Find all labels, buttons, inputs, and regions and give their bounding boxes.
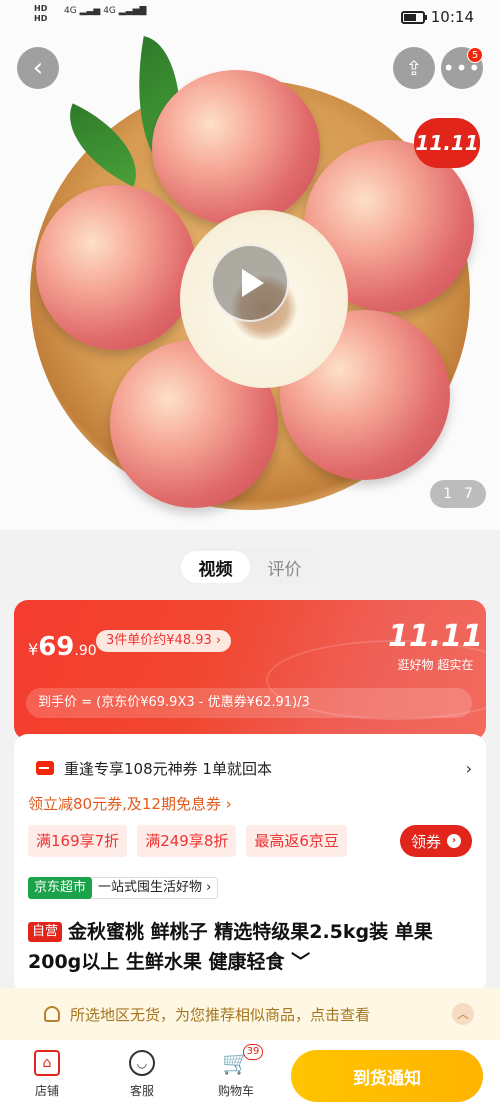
clock: 10:14 [430,8,474,26]
bottom-action-bar: ⌂ 店铺 ◡ 客服 🛒 39 购物车 到货通知 [0,1040,500,1111]
out-of-stock-notice[interactable]: 所选地区无货，为您推荐相似商品，点击查看 ︿ [0,988,500,1040]
media-tabs: 视频 评价 [178,548,322,586]
tab-reviews[interactable]: 评价 [250,551,319,583]
bell-icon [44,1006,60,1022]
tab-video[interactable]: 视频 [181,551,250,583]
promo-line[interactable]: 领立减80元券,及12期免息券 › [28,793,232,814]
jd-supermarket-row[interactable]: 京东超市 一站式囤生活好物 › [28,876,219,900]
self-operated-tag: 自营 [28,922,63,942]
hd-indicator: HD HD [34,4,48,23]
chevron-left-icon: ‹ [32,53,44,83]
discount-chips: 满169享7折 满249享8折 最高返6京豆 [28,825,347,857]
gallery-pager: 1 7 [430,480,486,508]
battery-icon [400,10,427,24]
double-eleven-badge: 11.11 [414,118,480,168]
supermarket-desc: 一站式囤生活好物 › [92,877,219,899]
discount-chip[interactable]: 最高返6京豆 [246,825,347,857]
chevron-right-icon: › [465,758,472,778]
share-button[interactable]: ⇪ [393,47,435,89]
play-video-button[interactable] [211,244,289,322]
cart-icon: 🛒 39 [222,1044,263,1076]
unit-price-tag[interactable]: 3件单价约¥48.93 › [96,630,232,652]
message-count-badge: 5 [467,47,483,63]
price: ¥69.90 [28,632,97,662]
event-logo: 11.11 逛好物 超实在 [388,619,483,673]
final-price-calculation[interactable]: 到手价 = (京东价¥69.9X3 - 优惠券¥62.91)/3 [26,688,472,718]
store-icon: ⌂ [34,1050,60,1076]
cart-button[interactable]: 🛒 39 购物车 [206,1044,266,1099]
get-coupon-button[interactable]: 领券 › [400,825,472,857]
supermarket-tag: 京东超市 [28,877,93,899]
peach-image [36,185,196,350]
share-icon: ⇪ [405,56,423,80]
notify-on-arrival-button[interactable]: 到货通知 [291,1050,483,1102]
arrow-circle-icon: › [447,834,461,848]
coupon-row[interactable]: 重逢专享108元神券 1单就回本 › [28,752,472,784]
coupon-card-icon [36,761,54,775]
play-icon [242,269,264,297]
discount-chip[interactable]: 满249享8折 [137,825,237,857]
peach-image [152,70,320,225]
status-bar: HD HD 4G ▂▃▅ 4G ▂▃▅▇ 10:14 [0,0,500,36]
product-title[interactable]: 自营 金秋蜜桃 鲜桃子 精选特级果2.5kg装 单果200g以上 生鲜水果 健康轻… [28,917,472,977]
customer-service-button[interactable]: ◡ 客服 [112,1050,172,1099]
back-button[interactable]: ‹ [17,47,59,89]
store-button[interactable]: ⌂ 店铺 [17,1050,77,1099]
signal-indicator: 4G ▂▃▅ 4G ▂▃▅▇ [64,6,147,16]
discount-chip[interactable]: 满169享7折 [28,825,128,857]
cart-count-badge: 39 [243,1044,263,1060]
chat-icon: ◡ [129,1050,155,1076]
chevron-up-icon[interactable]: ︿ [452,1003,474,1025]
